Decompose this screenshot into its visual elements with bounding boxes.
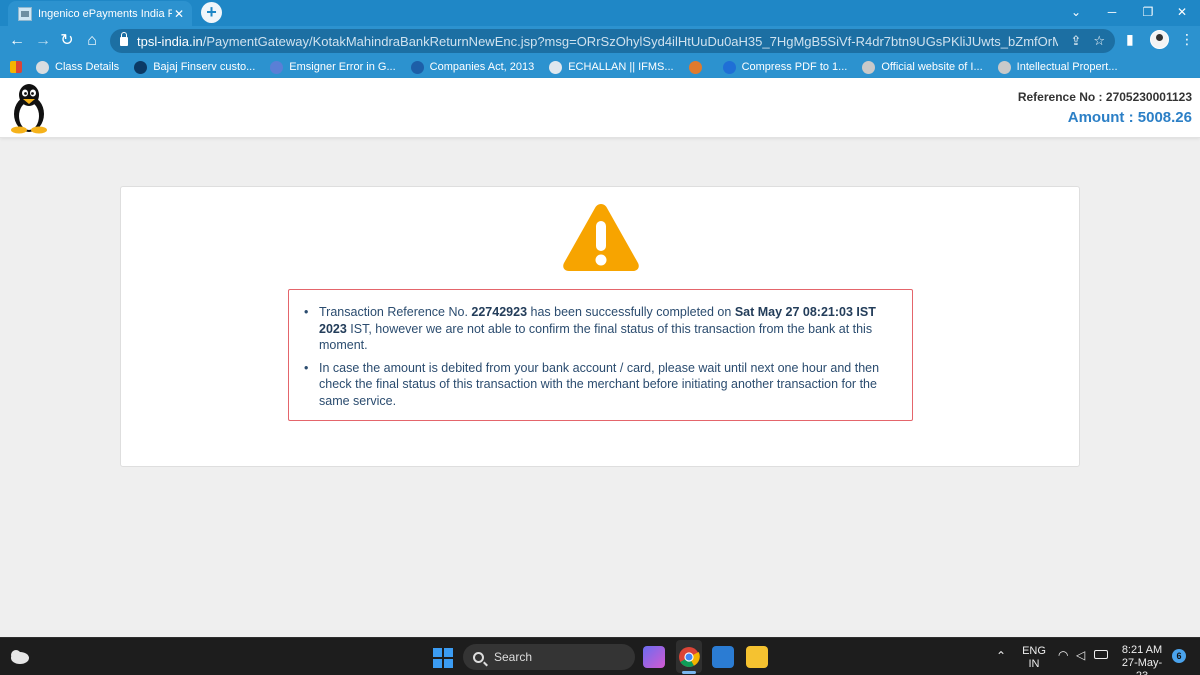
browser-titlebar: Ingenico ePayments India Pvt. Ltd. ✕ + ⌄… — [0, 0, 1200, 26]
file-explorer-icon[interactable] — [746, 646, 768, 668]
chat-app-icon[interactable] — [643, 646, 665, 668]
bookmark-favicon-icon — [862, 60, 876, 74]
bookmark-favicon-icon — [270, 60, 284, 74]
bookmark-favicon-icon — [688, 60, 702, 74]
url-text[interactable]: tpsl-india.in/PaymentGateway/KotakMahind… — [137, 34, 1058, 49]
site-favicon-icon — [18, 6, 32, 21]
bookmark-item[interactable]: Official website of I... — [862, 60, 983, 74]
mail-icon[interactable] — [712, 646, 734, 668]
bookmark-item[interactable]: Companies Act, 2013 — [410, 60, 534, 74]
warning-icon — [563, 204, 639, 271]
reload-icon[interactable]: ↻ — [56, 30, 78, 52]
bookmark-item[interactable]: ECHALLAN || IFMS... — [549, 60, 674, 74]
tab-search-icon[interactable]: ⌄ — [1058, 0, 1094, 26]
battery-icon[interactable] — [1094, 650, 1108, 659]
active-app-indicator — [682, 671, 696, 674]
start-button[interactable] — [433, 648, 453, 668]
bookmark-item[interactable]: Bajaj Finserv custo... — [134, 60, 255, 74]
bookmark-favicon-icon — [997, 60, 1011, 74]
clock[interactable]: 8:21 AM27-May-23 — [1116, 644, 1168, 675]
close-window-button[interactable]: ✕ — [1164, 0, 1200, 26]
page-header: Reference No : 2705230001123 Amount : 50… — [0, 78, 1200, 138]
volume-icon[interactable]: ◁ — [1076, 649, 1085, 662]
reference-number: Reference No : 2705230001123 — [1017, 90, 1192, 104]
wifi-icon[interactable]: ◠ — [1058, 649, 1068, 662]
alert-box: Transaction Reference No. 22742923 has b… — [288, 289, 913, 421]
weather-cloud-icon[interactable] — [8, 647, 30, 665]
bookmark-favicon-icon — [722, 60, 736, 74]
tux-logo-icon — [11, 84, 47, 134]
lock-icon[interactable] — [120, 31, 128, 46]
browser-tab[interactable]: Ingenico ePayments India Pvt. Ltd. ✕ — [8, 1, 192, 26]
bookmark-favicon-icon — [410, 60, 424, 74]
home-icon[interactable]: ⌂ — [81, 30, 103, 52]
status-card: Transaction Reference No. 22742923 has b… — [120, 186, 1080, 467]
bookmark-favicon-icon — [134, 60, 148, 74]
bookmark-favicon-icon — [549, 60, 563, 74]
back-arrow-icon[interactable]: ← — [6, 30, 28, 52]
tab-close-icon[interactable]: ✕ — [172, 7, 186, 21]
new-tab-button[interactable]: + — [201, 2, 222, 23]
chrome-icon[interactable] — [678, 646, 700, 668]
bookmark-item[interactable]: Intellectual Propert... — [997, 60, 1118, 74]
status-message: Transaction Reference No. 22742923 has b… — [304, 304, 890, 354]
amount-display: Amount : 5008.26 — [1067, 109, 1192, 126]
tray-chevron-icon[interactable]: ⌃ — [996, 650, 1006, 663]
language-indicator[interactable]: ENG IN — [1022, 645, 1046, 671]
share-icon[interactable]: ⇪ — [1070, 33, 1081, 49]
bookmark-item[interactable] — [688, 60, 708, 74]
taskbar-search[interactable]: Search — [463, 644, 635, 670]
menu-dots-icon[interactable]: ⋮ — [1180, 31, 1194, 48]
bookmark-star-icon[interactable]: ☆ — [1093, 33, 1105, 49]
tab-title: Ingenico ePayments India Pvt. Ltd. — [38, 7, 172, 20]
bookmark-item[interactable]: Class Details — [36, 60, 119, 74]
forward-arrow-icon[interactable]: → — [32, 30, 54, 52]
address-bar[interactable]: tpsl-india.in/PaymentGateway/KotakMahind… — [110, 29, 1115, 53]
bookmark-favicon-icon — [36, 60, 49, 74]
taskbar: Search ⌃ ENGIN ◠ ◁ 8:21 AM27-May-23 6 — [0, 637, 1200, 675]
bookmark-item[interactable]: Compress PDF to 1... — [722, 60, 847, 74]
bookmark-item[interactable]: Emsigner Error in G... — [270, 60, 396, 74]
restore-button[interactable]: ❐ — [1130, 0, 1166, 26]
instruction-message: In case the amount is debited from your … — [304, 360, 890, 410]
sidepanel-icon[interactable]: ▮ — [1126, 31, 1134, 48]
search-icon — [473, 651, 484, 663]
minimize-button[interactable]: ─ — [1094, 0, 1130, 26]
apps-icon[interactable] — [10, 61, 22, 73]
bookmarks-bar: Class Details Bajaj Finserv custo... Ems… — [0, 56, 1200, 78]
profile-avatar[interactable] — [1150, 30, 1169, 49]
browser-toolbar: ← → ↻ ⌂ tpsl-india.in/PaymentGateway/Kot… — [0, 26, 1200, 56]
notification-badge[interactable]: 6 — [1172, 649, 1186, 663]
